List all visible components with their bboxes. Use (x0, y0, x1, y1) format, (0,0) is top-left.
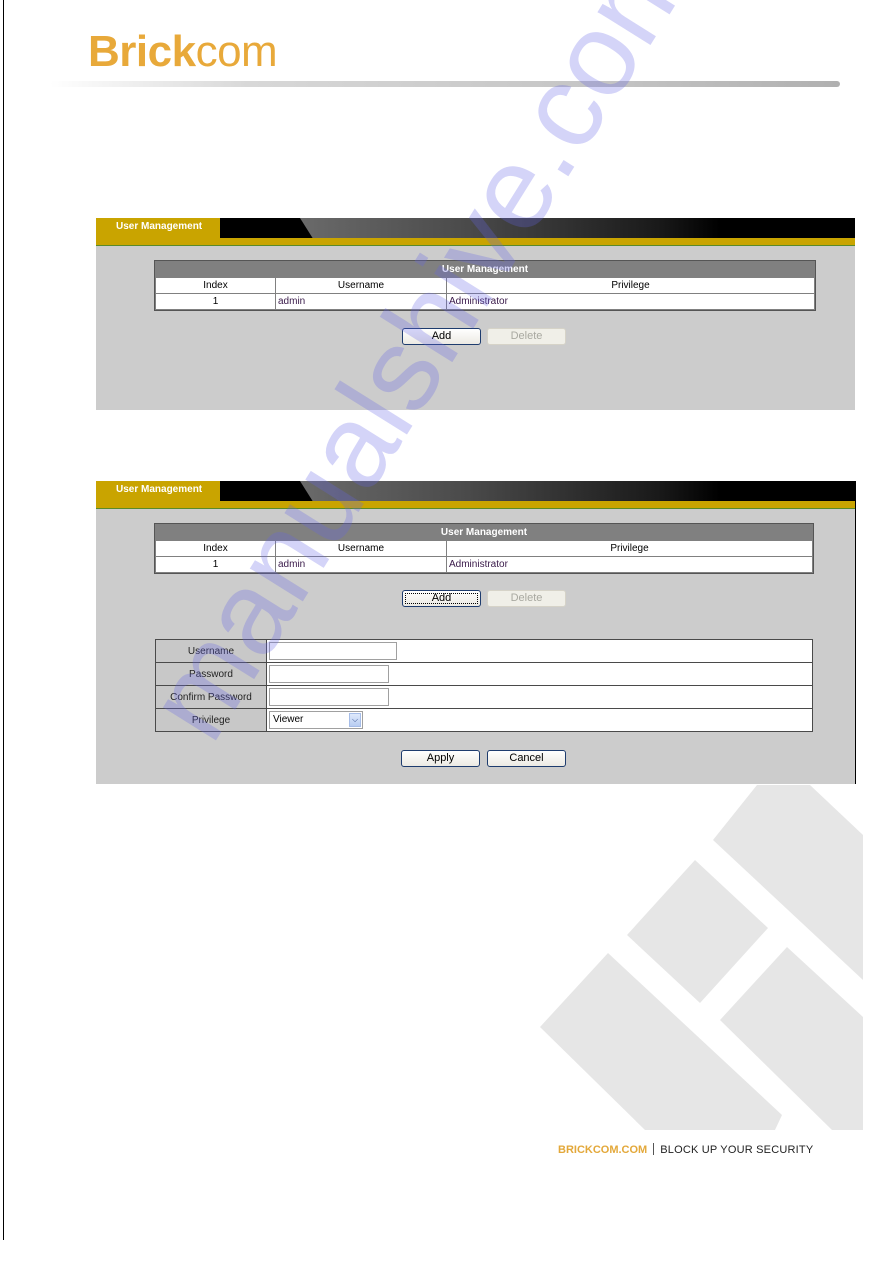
table-row[interactable]: 1 admin Administrator (155, 293, 815, 310)
logo-light-text: com (195, 27, 278, 76)
brick-shape (627, 860, 768, 1003)
footer-tagline: BLOCK UP YOUR SECURITY (660, 1144, 814, 1156)
panel-header-stripe (96, 501, 855, 509)
privilege-label: Privilege (155, 708, 267, 732)
panel-header-stripe (96, 238, 855, 246)
column-header-privilege: Privilege (446, 277, 815, 294)
password-input[interactable] (269, 665, 389, 683)
brickcom-logo: Brickcom (88, 27, 278, 76)
cell-index: 1 (155, 556, 276, 573)
confirm-password-input[interactable] (269, 688, 389, 706)
privilege-select[interactable]: Viewer ⌵ (269, 711, 363, 729)
user-table: User Management Index Username Privilege… (154, 260, 816, 311)
footer-separator (653, 1143, 655, 1155)
column-header-index: Index (155, 277, 276, 294)
chevron-down-icon[interactable]: ⌵ (349, 713, 361, 727)
header-swoosh-decoration (300, 481, 720, 501)
delete-button[interactable]: Delete (487, 328, 566, 345)
user-table-caption: User Management (155, 524, 813, 541)
password-label: Password (155, 662, 267, 686)
header-divider (50, 81, 840, 87)
user-management-panel-2: User Management User Management Index Us… (96, 481, 856, 784)
brick-pattern-decoration (540, 785, 863, 1130)
logo-bold-text: Brick (88, 27, 196, 76)
delete-button[interactable]: Delete (487, 590, 566, 607)
page-left-border (3, 0, 4, 1240)
add-button[interactable]: Add (402, 328, 481, 345)
column-header-privilege: Privilege (446, 540, 813, 557)
confirm-password-label: Confirm Password (155, 685, 267, 709)
column-header-index: Index (155, 540, 276, 557)
user-management-panel-1: User Management User Management Index Us… (96, 218, 855, 410)
table-row[interactable]: 1 admin Administrator (155, 556, 813, 573)
cell-username: admin (275, 556, 447, 573)
user-table-caption: User Management (155, 261, 815, 278)
panel-header: User Management (96, 218, 855, 238)
tab-user-management[interactable]: User Management (96, 481, 220, 501)
add-button[interactable]: Add (402, 590, 481, 607)
cell-privilege: Administrator (446, 556, 813, 573)
user-table: User Management Index Username Privilege… (154, 523, 814, 574)
add-user-form: Username Password Confirm Password Privi… (155, 639, 813, 732)
apply-button[interactable]: Apply (401, 750, 480, 767)
cell-username: admin (275, 293, 447, 310)
footer-site-link[interactable]: BRICKCOM.COM (558, 1144, 647, 1156)
footer: BRICKCOM.COM BLOCK UP YOUR SECURITY (558, 1143, 813, 1156)
cell-privilege: Administrator (446, 293, 815, 310)
cell-index: 1 (155, 293, 276, 310)
cancel-button[interactable]: Cancel (487, 750, 566, 767)
username-label: Username (155, 639, 267, 663)
privilege-selected-value: Viewer (273, 714, 304, 725)
column-header-username: Username (275, 277, 447, 294)
username-input[interactable] (269, 642, 397, 660)
tab-user-management[interactable]: User Management (96, 218, 220, 238)
header-swoosh-decoration (300, 218, 720, 238)
column-header-username: Username (275, 540, 447, 557)
panel-header: User Management (96, 481, 855, 501)
